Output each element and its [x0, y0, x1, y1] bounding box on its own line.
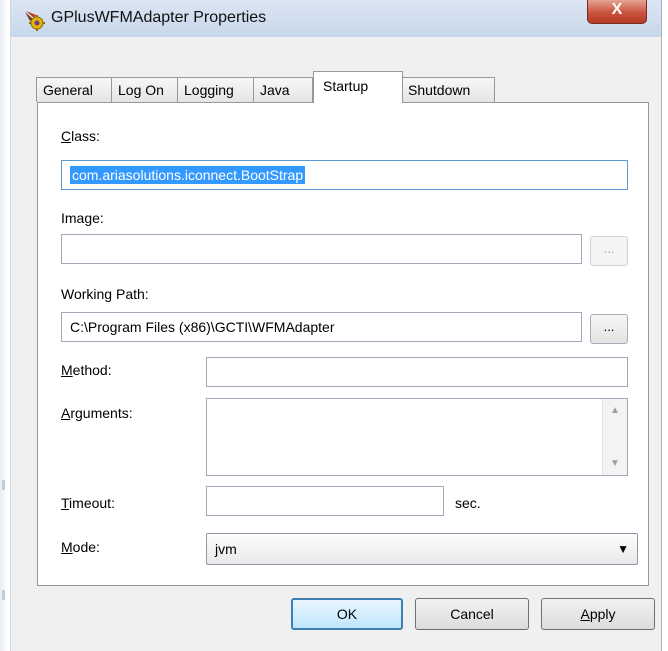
cancel-button[interactable]: Cancel: [415, 598, 529, 630]
timeout-unit: sec.: [455, 495, 481, 511]
title-bar[interactable]: GPlusWFMAdapter Properties X: [11, 0, 661, 37]
working-path-browse-button[interactable]: ...: [590, 314, 628, 344]
tab-label: Log On: [118, 82, 164, 98]
working-path-label: Working Path:: [61, 286, 149, 302]
arguments-scrollbar[interactable]: ▲ ▼: [602, 399, 627, 475]
method-field[interactable]: [206, 357, 628, 387]
background-window-edge: [0, 0, 8, 651]
arguments-field[interactable]: ▲ ▼: [206, 398, 628, 476]
tab-log-on[interactable]: Log On: [111, 77, 178, 102]
tab-label: Shutdown: [408, 82, 471, 98]
class-value: com.ariasolutions.iconnect.BootStrap: [70, 166, 306, 184]
apply-button[interactable]: Apply: [541, 598, 655, 630]
tab-label: Startup: [323, 78, 369, 94]
mode-dropdown[interactable]: jvm ▼: [206, 533, 638, 565]
scroll-down-arrow-icon[interactable]: ▼: [603, 458, 627, 469]
mode-value: jvm: [215, 541, 237, 557]
service-gear-icon: [23, 9, 45, 31]
timeout-label: Timeout:: [61, 495, 115, 511]
tab-label: Java: [260, 82, 290, 98]
tab-label: General: [43, 82, 93, 98]
class-field[interactable]: com.ariasolutions.iconnect.BootStrap: [61, 160, 628, 190]
scroll-up-arrow-icon[interactable]: ▲: [603, 405, 627, 416]
tab-shutdown[interactable]: Shutdown: [401, 77, 495, 102]
arguments-label: Arguments:: [61, 405, 133, 421]
apply-label: pply: [589, 606, 616, 622]
tab-java[interactable]: Java: [253, 77, 313, 102]
tab-general[interactable]: General: [36, 77, 112, 102]
tab-logging[interactable]: Logging: [177, 77, 254, 102]
working-path-field[interactable]: C:\Program Files (x86)\GCTI\WFMAdapter: [61, 312, 582, 342]
properties-dialog: GPlusWFMAdapter Properties X General Log…: [10, 0, 662, 651]
close-icon: X: [611, 1, 623, 18]
mode-label: Mode:: [61, 539, 100, 555]
method-label: Method:: [61, 362, 112, 378]
class-label: Class:: [61, 128, 100, 144]
apply-accesskey: A: [580, 606, 590, 622]
tab-label: Logging: [184, 82, 234, 98]
window-title: GPlusWFMAdapter Properties: [51, 9, 267, 26]
image-browse-button[interactable]: ...: [590, 236, 628, 266]
startup-tab-panel: Class: com.ariasolutions.iconnect.BootSt…: [37, 102, 649, 586]
image-label: Image:: [61, 210, 104, 226]
tab-startup[interactable]: Startup: [313, 71, 403, 103]
image-field[interactable]: [61, 234, 582, 264]
timeout-field[interactable]: [206, 486, 444, 516]
chevron-down-icon: ▼: [617, 542, 629, 556]
ok-button[interactable]: OK: [291, 598, 403, 630]
close-button[interactable]: X: [587, 0, 647, 24]
